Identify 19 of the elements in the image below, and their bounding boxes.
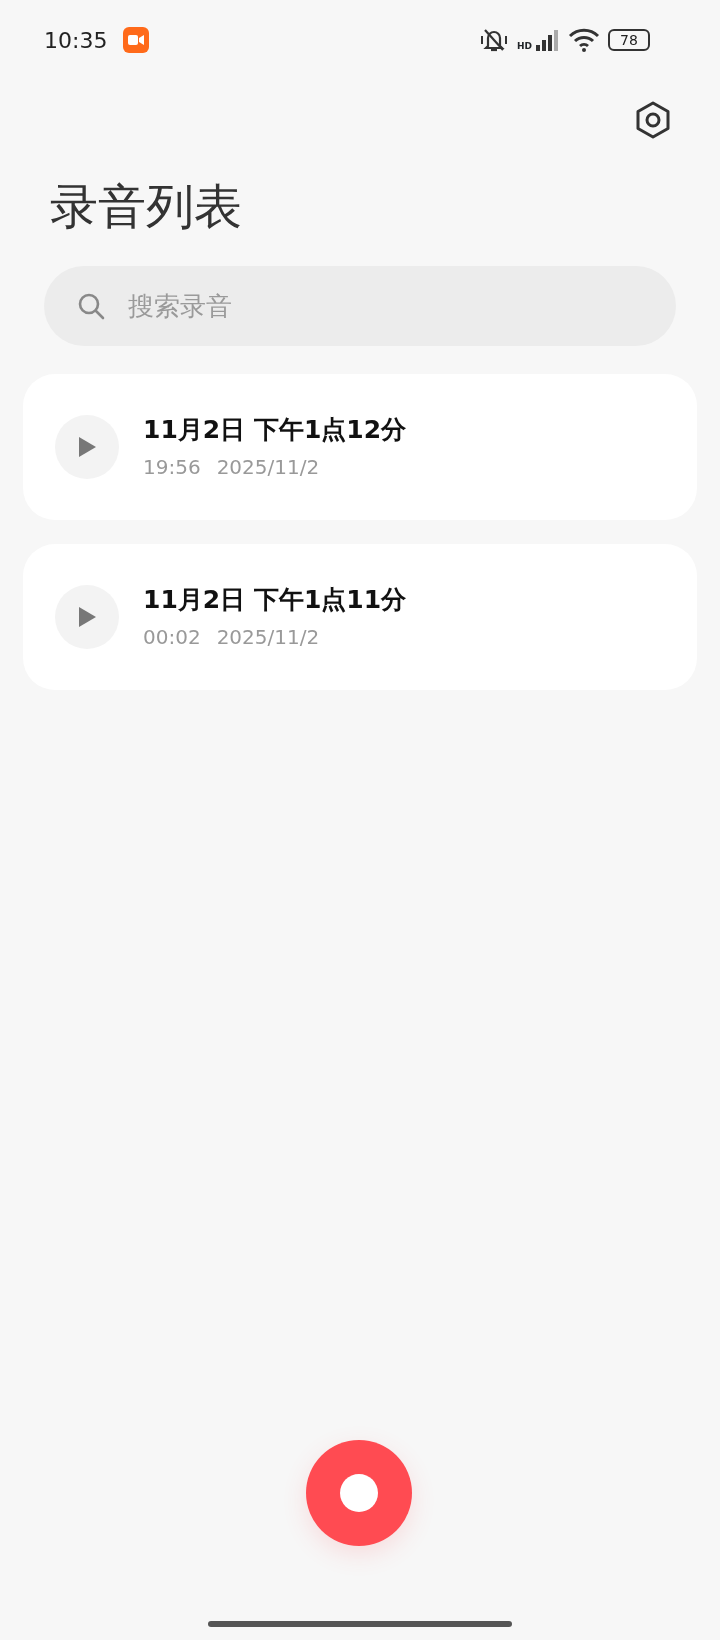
recording-title: 11月2日 下午1点12分: [143, 413, 407, 446]
network-label: HD: [517, 42, 532, 51]
signal-icon: [536, 29, 560, 51]
clock-time: 10:35: [44, 26, 108, 55]
recording-date: 2025/11/2: [216, 624, 320, 652]
settings-button[interactable]: [634, 100, 672, 140]
recording-duration: 19:56: [143, 454, 201, 482]
recording-duration: 00:02: [143, 624, 201, 652]
wifi-icon: [568, 28, 600, 52]
play-icon: [77, 435, 97, 458]
search-field[interactable]: 搜索录音: [44, 265, 676, 346]
recording-card[interactable]: 11月2日 下午1点12分 19:56 2025/11/2: [23, 373, 697, 520]
page-title: 录音列表: [50, 178, 243, 236]
recording-card[interactable]: 11月2日 下午1点11分 00:02 2025/11/2: [23, 543, 697, 690]
recording-date: 2025/11/2: [216, 454, 320, 482]
play-icon: [77, 605, 97, 628]
recording-title: 11月2日 下午1点11分: [143, 583, 407, 616]
video-camera-icon: [123, 27, 150, 53]
battery-level: 78: [608, 29, 650, 51]
